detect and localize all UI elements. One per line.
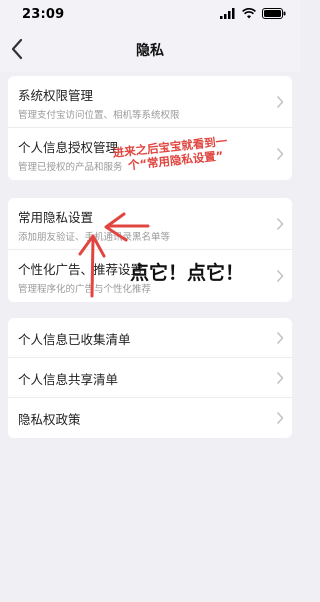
wifi-icon	[242, 8, 256, 19]
item-label: 常用隐私设置	[18, 210, 94, 225]
page-title: 隐私	[136, 43, 164, 59]
item-label: 隐私权政策	[18, 412, 81, 427]
navigation-bar: 隐私	[0, 28, 300, 72]
item-label: 个人信息共享清单	[18, 372, 119, 387]
settings-card-privacy: 常用隐私设置 添加朋友验证、手机通讯录黑名单等 个性化广告、推荐设置 管理程序化…	[8, 198, 292, 302]
chevron-right-icon	[276, 217, 284, 230]
status-icons	[220, 8, 286, 19]
chevron-right-icon	[276, 371, 284, 384]
item-label: 个人信息授权管理	[18, 140, 119, 155]
chevron-right-icon	[276, 331, 284, 344]
item-label: 个人信息已收集清单	[18, 332, 131, 347]
list-item-privacy-policy[interactable]: 隐私权政策	[8, 398, 292, 438]
list-item-shared-info-list[interactable]: 个人信息共享清单	[8, 358, 292, 398]
annotation-click-here: 点它！点它！	[130, 262, 245, 284]
signal-icon	[220, 8, 235, 19]
item-description: 管理已授权的产品和服务	[18, 162, 123, 173]
item-label: 个性化广告、推荐设置	[18, 262, 144, 277]
item-label: 系统权限管理	[18, 88, 94, 103]
chevron-right-icon	[276, 147, 284, 161]
list-item-system-permissions[interactable]: 系统权限管理 管理支付宝访问位置、相机等系统权限	[8, 76, 292, 128]
list-item-collected-info-list[interactable]: 个人信息已收集清单	[8, 318, 292, 358]
status-time: 23:09	[22, 7, 65, 22]
item-description: 管理支付宝访问位置、相机等系统权限	[18, 110, 180, 121]
chevron-right-icon	[276, 269, 284, 283]
status-bar: 23:09	[0, 0, 300, 28]
list-item-common-privacy-settings[interactable]: 常用隐私设置 添加朋友验证、手机通讯录黑名单等	[8, 198, 292, 250]
chevron-right-icon	[276, 95, 284, 108]
chevron-right-icon	[276, 411, 284, 425]
item-description: 添加朋友验证、手机通讯录黑名单等	[18, 232, 171, 243]
battery-icon	[262, 8, 286, 19]
settings-card-policies: 个人信息已收集清单 个人信息共享清单 隐私权政策	[8, 318, 292, 438]
